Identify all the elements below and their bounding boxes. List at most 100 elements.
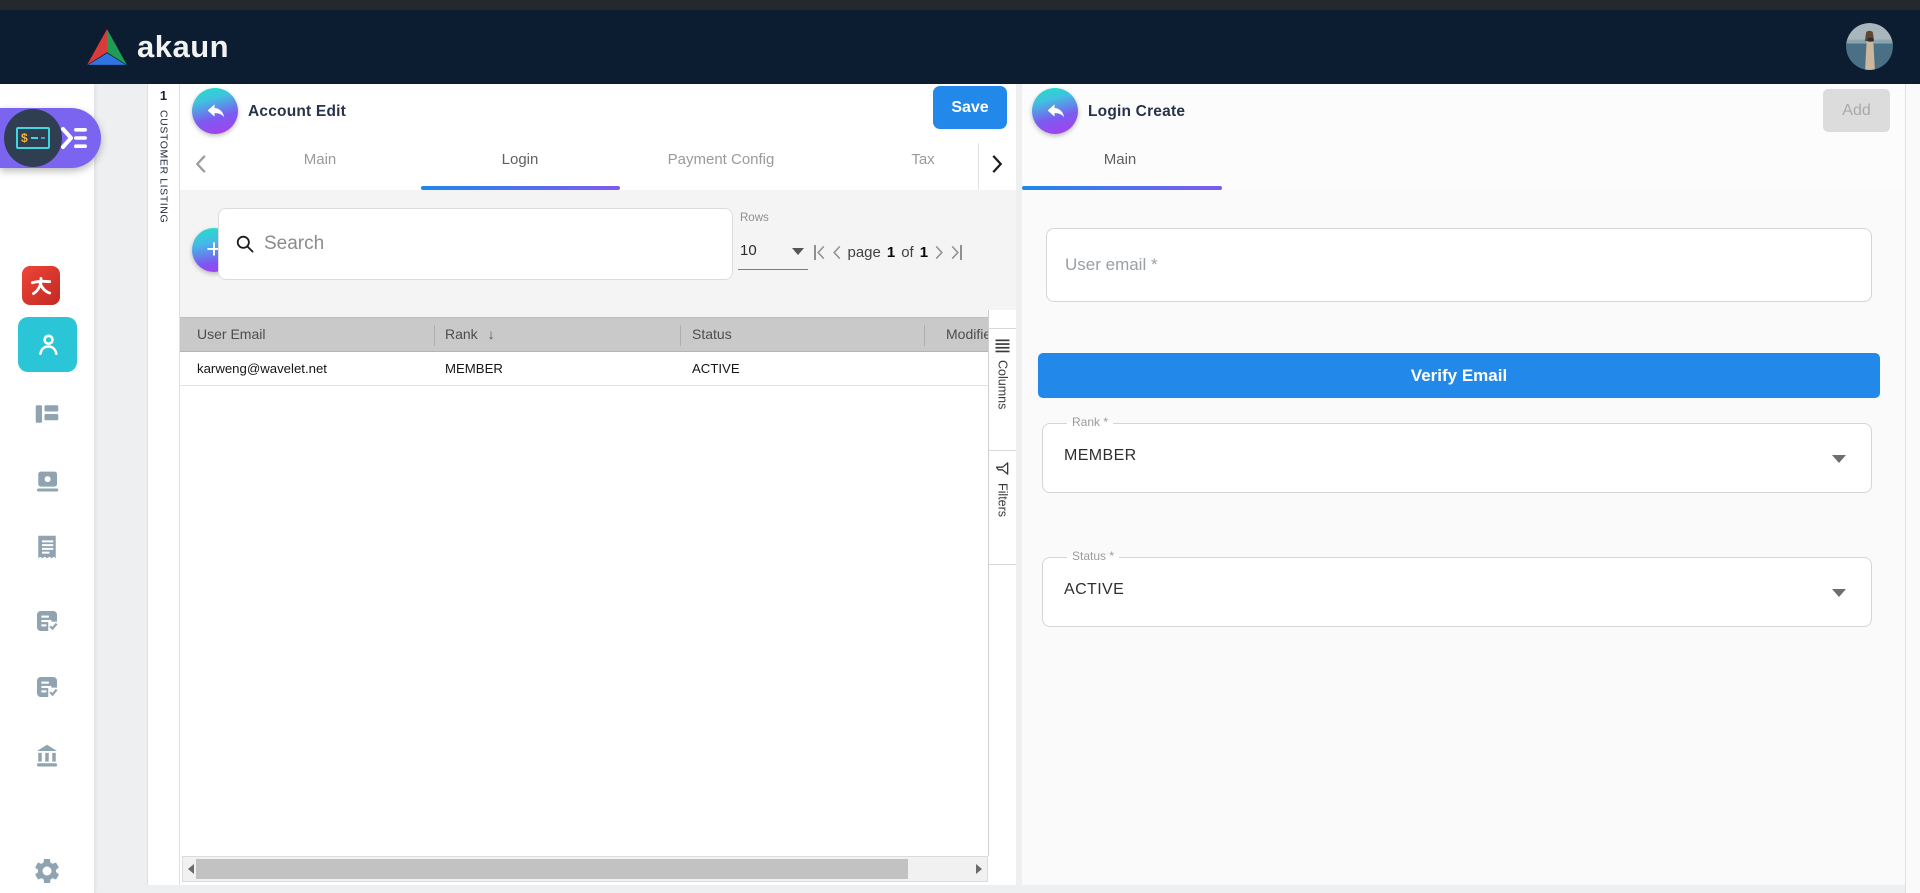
tabs-scroll-left[interactable] bbox=[194, 154, 208, 179]
device-icon bbox=[32, 466, 62, 496]
back-button[interactable] bbox=[192, 88, 238, 134]
brand-logo[interactable]: akaun bbox=[86, 10, 229, 84]
rank-select[interactable]: Rank * MEMBER bbox=[1042, 423, 1872, 493]
user-avatar[interactable] bbox=[1846, 23, 1893, 70]
status-value: ACTIVE bbox=[1064, 581, 1124, 599]
prev-page-button[interactable] bbox=[832, 245, 842, 260]
filters-button[interactable]: Filters bbox=[989, 451, 1016, 565]
cheque-icon: $ bbox=[16, 127, 50, 149]
user-email-input[interactable] bbox=[1047, 229, 1871, 301]
filters-label: Filters bbox=[996, 483, 1010, 517]
total-pages: 1 bbox=[920, 244, 928, 261]
rows-per-page-select[interactable]: 10 bbox=[738, 234, 808, 270]
triangle-logo-icon bbox=[86, 28, 128, 66]
column-header-modified[interactable]: Modified bbox=[946, 326, 988, 342]
sort-desc-icon: ↓ bbox=[488, 326, 495, 342]
chevron-right-icon bbox=[934, 245, 944, 260]
sidebar-item-task-list-2[interactable] bbox=[29, 672, 65, 702]
caret-down-icon bbox=[1832, 455, 1846, 463]
sidebar-item-customers-active[interactable] bbox=[18, 317, 77, 372]
of-word: of bbox=[901, 244, 914, 261]
sidebar-item-settings[interactable] bbox=[29, 856, 65, 886]
avatar-photo bbox=[1846, 23, 1893, 70]
tab-login[interactable]: Login bbox=[502, 151, 539, 168]
rank-value: MEMBER bbox=[1064, 447, 1137, 465]
save-button[interactable]: Save bbox=[933, 86, 1007, 129]
back-button[interactable] bbox=[1032, 88, 1078, 134]
rows-per-page-label: Rows bbox=[740, 212, 769, 224]
sidebar-item-receipt[interactable] bbox=[29, 532, 65, 562]
scrollbar-thumb[interactable] bbox=[196, 859, 908, 879]
sidebar bbox=[0, 84, 95, 893]
column-header-status[interactable]: Status bbox=[692, 326, 732, 342]
window-top-strip bbox=[0, 0, 1920, 10]
quick-action-pill[interactable]: $ bbox=[0, 108, 101, 168]
vertical-scrollbar-gutter[interactable] bbox=[1905, 84, 1920, 893]
listing-tab-label: CUSTOMER LISTING bbox=[158, 110, 170, 223]
columns-button[interactable]: Columns bbox=[989, 328, 1016, 451]
column-header-user-email[interactable]: User Email bbox=[197, 326, 265, 342]
tabs-divider bbox=[978, 143, 979, 190]
rank-label: Rank * bbox=[1067, 415, 1113, 429]
table-row[interactable]: karweng@wavelet.net MEMBER ACTIVE bbox=[180, 352, 988, 386]
caret-down-icon bbox=[1832, 589, 1846, 597]
brand-name: akaun bbox=[137, 29, 229, 65]
next-page-button[interactable] bbox=[934, 245, 944, 260]
chevron-left-icon bbox=[832, 245, 842, 260]
chevron-list-icon bbox=[60, 126, 90, 150]
back-arrow-icon bbox=[204, 100, 226, 122]
search-input[interactable] bbox=[264, 233, 716, 255]
filter-funnel-icon bbox=[995, 461, 1010, 476]
bank-icon bbox=[32, 741, 62, 771]
page-title: Account Edit bbox=[248, 103, 346, 121]
tabs-scroll-right[interactable] bbox=[990, 154, 1004, 179]
tab-payment-config[interactable]: Payment Config bbox=[668, 151, 775, 168]
caret-down-icon bbox=[792, 248, 804, 255]
columns-icon bbox=[995, 339, 1010, 353]
columns-label: Columns bbox=[996, 360, 1010, 409]
receipt-icon bbox=[32, 532, 62, 562]
tab-customer-listing[interactable]: 1 CUSTOMER LISTING bbox=[147, 84, 180, 885]
verify-email-button[interactable]: Verify Email bbox=[1038, 353, 1880, 398]
sidebar-item-bank[interactable] bbox=[29, 741, 65, 771]
last-page-button[interactable] bbox=[950, 245, 962, 260]
current-page: 1 bbox=[887, 244, 895, 261]
sidebar-item-layout[interactable] bbox=[29, 399, 65, 429]
sidebar-item-task-list[interactable] bbox=[29, 606, 65, 636]
cell-user-email: karweng@wavelet.net bbox=[197, 361, 327, 376]
task-check-icon bbox=[32, 672, 62, 702]
search-icon bbox=[235, 234, 255, 254]
chevron-right-icon bbox=[950, 245, 960, 260]
account-edit-panel: Account Edit Save Main Login Payment Con… bbox=[180, 84, 1016, 885]
table-tools-strip: Columns Filters bbox=[988, 310, 1016, 856]
gear-icon bbox=[32, 856, 62, 886]
rows-per-page-value: 10 bbox=[740, 242, 757, 259]
sidebar-item-device[interactable] bbox=[29, 466, 65, 496]
tab-tax[interactable]: Tax bbox=[911, 151, 934, 168]
status-select[interactable]: Status * ACTIVE bbox=[1042, 557, 1872, 627]
scroll-right-arrow[interactable] bbox=[971, 857, 987, 881]
cell-status: ACTIVE bbox=[692, 361, 740, 376]
login-create-panel: Login Create Add Main Verify Email Rank … bbox=[1022, 84, 1905, 885]
status-label: Status * bbox=[1067, 549, 1119, 563]
column-header-rank[interactable]: Rank ↓ bbox=[445, 326, 495, 342]
user-email-field bbox=[1046, 228, 1872, 302]
page-title: Login Create bbox=[1088, 103, 1185, 121]
chevron-right-icon bbox=[990, 154, 1004, 174]
first-page-button[interactable] bbox=[814, 245, 826, 260]
cheque-button[interactable]: $ bbox=[4, 109, 62, 167]
tab-main[interactable]: Main bbox=[304, 151, 337, 168]
layout-icon bbox=[32, 399, 62, 429]
pagination: page 1 of 1 bbox=[814, 230, 1016, 274]
cell-rank: MEMBER bbox=[445, 361, 503, 376]
listing-tab-index: 1 bbox=[148, 88, 179, 103]
person-icon bbox=[34, 331, 62, 359]
search-box bbox=[218, 208, 733, 280]
chevron-left-icon bbox=[816, 245, 826, 260]
horizontal-scrollbar[interactable] bbox=[182, 856, 988, 882]
sidebar-item-red-app[interactable] bbox=[22, 266, 60, 305]
chevron-left-icon bbox=[194, 154, 208, 174]
application-window: akaun bbox=[0, 0, 1920, 893]
add-button[interactable]: Add bbox=[1823, 89, 1890, 132]
tab-main[interactable]: Main bbox=[1104, 151, 1137, 168]
